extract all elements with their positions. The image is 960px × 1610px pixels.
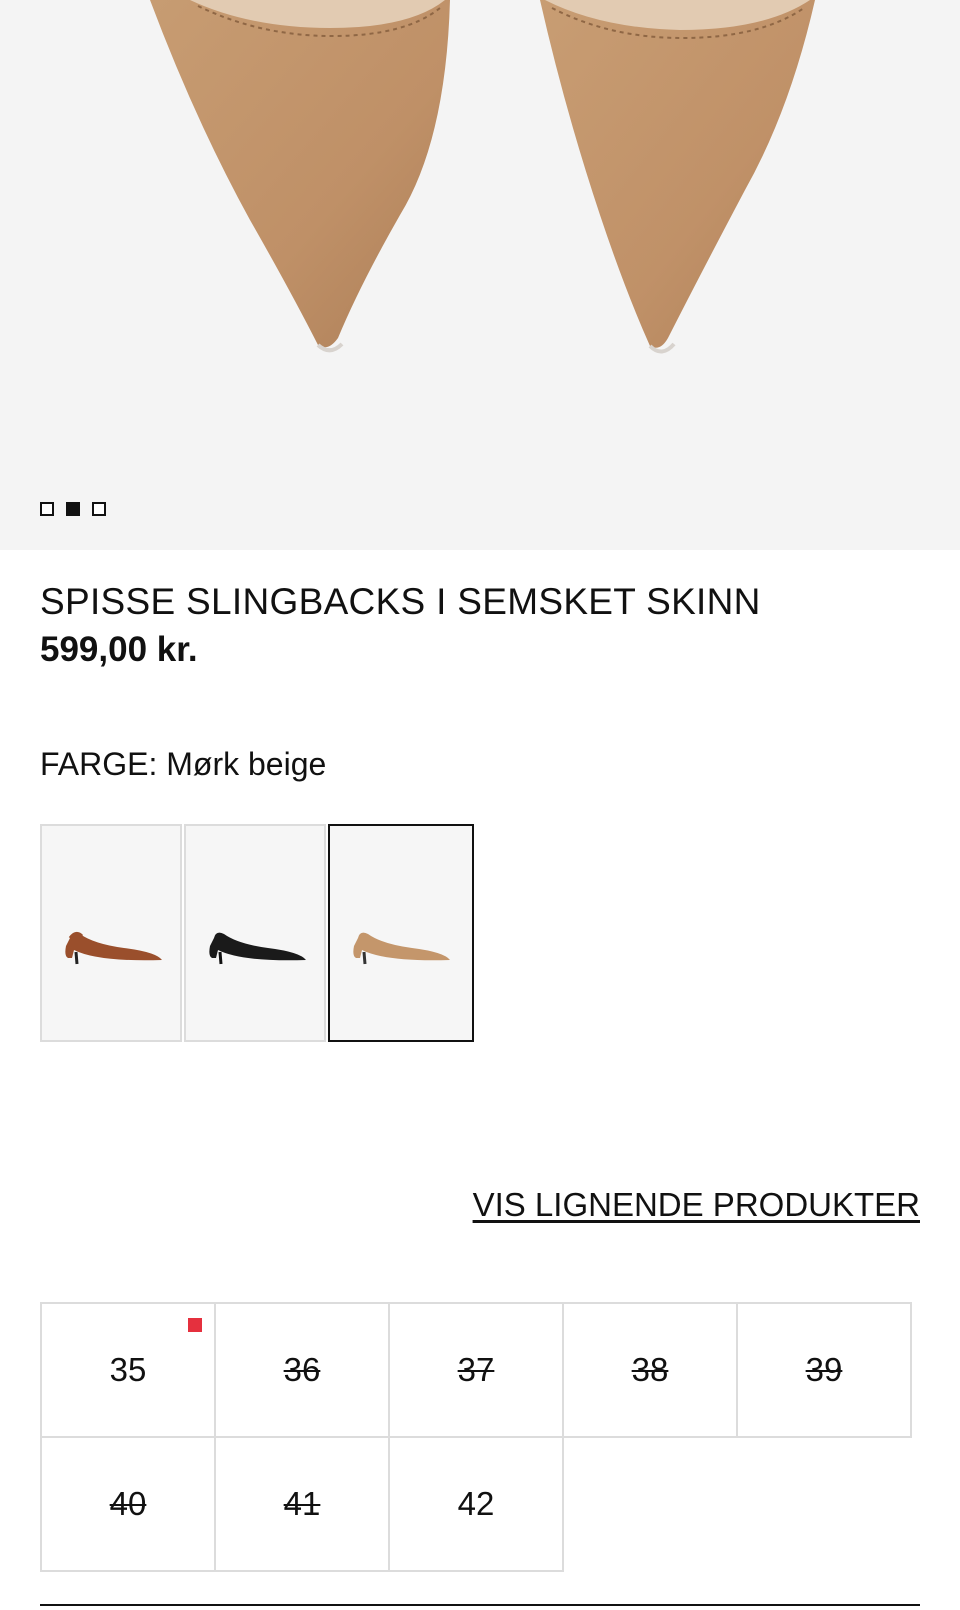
color-swatch-black[interactable] (184, 824, 326, 1042)
product-image[interactable] (0, 0, 960, 550)
size-option-37[interactable]: 37 (390, 1304, 564, 1438)
size-option-36[interactable]: 36 (216, 1304, 390, 1438)
shoe-thumbnail-black (209, 932, 306, 965)
product-price: 599,00 kr. (40, 630, 198, 669)
size-option-42[interactable]: 42 (390, 1438, 564, 1572)
size-label: 42 (457, 1485, 495, 1522)
color-label: FARGE: Mørk beige (40, 746, 327, 782)
size-selector: 35 36 37 38 39 40 41 42 (40, 1302, 912, 1572)
size-option-41[interactable]: 41 (216, 1438, 390, 1572)
size-option-38[interactable]: 38 (564, 1304, 738, 1438)
color-swatches (40, 824, 474, 1042)
size-label: 41 (283, 1485, 321, 1522)
product-title: SPISSE SLINGBACKS I SEMSKET SKINN (40, 581, 761, 622)
shoe-thumbnail-dark-beige (353, 932, 450, 965)
divider (40, 1604, 920, 1606)
shoe-toes-illustration (150, 0, 815, 354)
pagination-dot-3[interactable] (92, 502, 106, 516)
size-label: 35 (109, 1351, 147, 1388)
size-label: 36 (283, 1351, 321, 1388)
size-label: 38 (631, 1351, 669, 1388)
size-option-39[interactable]: 39 (738, 1304, 912, 1438)
size-option-35[interactable]: 35 (42, 1304, 216, 1438)
show-similar-products-link[interactable]: VIS LIGNENDE PRODUKTER (473, 1185, 920, 1225)
low-stock-indicator (188, 1318, 202, 1332)
size-label: 39 (805, 1351, 843, 1388)
size-option-40[interactable]: 40 (42, 1438, 216, 1572)
pagination-dot-1[interactable] (40, 502, 54, 516)
shoe-thumbnail-brown (65, 931, 162, 965)
pagination-dot-2[interactable] (66, 502, 80, 516)
color-swatch-dark-beige[interactable] (328, 824, 474, 1042)
size-label: 37 (457, 1351, 495, 1388)
size-label: 40 (109, 1485, 147, 1522)
image-pagination (40, 502, 106, 516)
color-swatch-brown[interactable] (40, 824, 182, 1042)
